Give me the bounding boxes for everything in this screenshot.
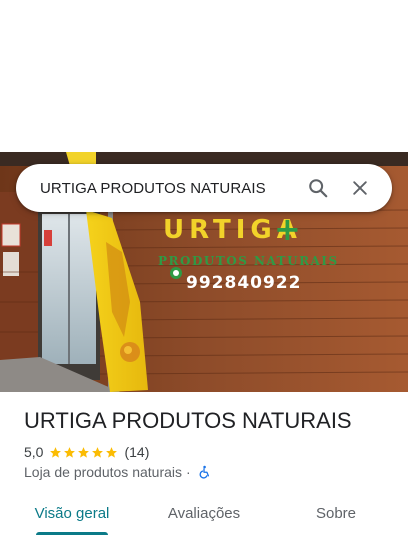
wheelchair-icon <box>199 465 209 479</box>
separator-dot: · <box>186 464 191 480</box>
rating-value: 5,0 <box>24 444 44 460</box>
search-icon <box>309 179 328 198</box>
star-icon <box>78 446 90 458</box>
place-category: Loja de produtos naturais <box>24 464 182 480</box>
tab-reviews[interactable]: Avaliações <box>144 490 264 536</box>
rating-row[interactable]: 5,0 (14) <box>24 444 149 460</box>
sign-phone-text: 992840922 <box>186 273 301 293</box>
star-icon <box>64 446 76 458</box>
place-title: URTIGA PRODUTOS NATURAIS <box>24 408 352 433</box>
tab-bar: Visão geral Avaliações Sobre <box>0 490 408 544</box>
star-icon <box>106 446 118 458</box>
search-button[interactable] <box>300 170 336 206</box>
place-page: URTIGA + PRODUTOS NATURAIS 992840922 URT… <box>0 0 408 544</box>
reviews-count[interactable]: (14) <box>124 444 149 460</box>
category-row: Loja de produtos naturais · <box>24 464 211 480</box>
star-icon <box>92 446 104 458</box>
star-rating <box>49 446 119 459</box>
search-bar[interactable]: URTIGA PRODUTOS NATURAIS <box>16 164 392 212</box>
star-icon <box>50 446 62 458</box>
sign-subtitle-text: PRODUTOS NATURAIS <box>158 254 339 268</box>
tab-overview[interactable]: Visão geral <box>0 490 144 536</box>
sign-plus-symbol: + <box>274 210 301 248</box>
tab-about[interactable]: Sobre <box>264 490 408 536</box>
close-icon <box>353 181 367 195</box>
clear-search-button[interactable] <box>342 170 378 206</box>
search-input[interactable]: URTIGA PRODUTOS NATURAIS <box>40 180 294 197</box>
active-tab-indicator <box>36 532 108 535</box>
